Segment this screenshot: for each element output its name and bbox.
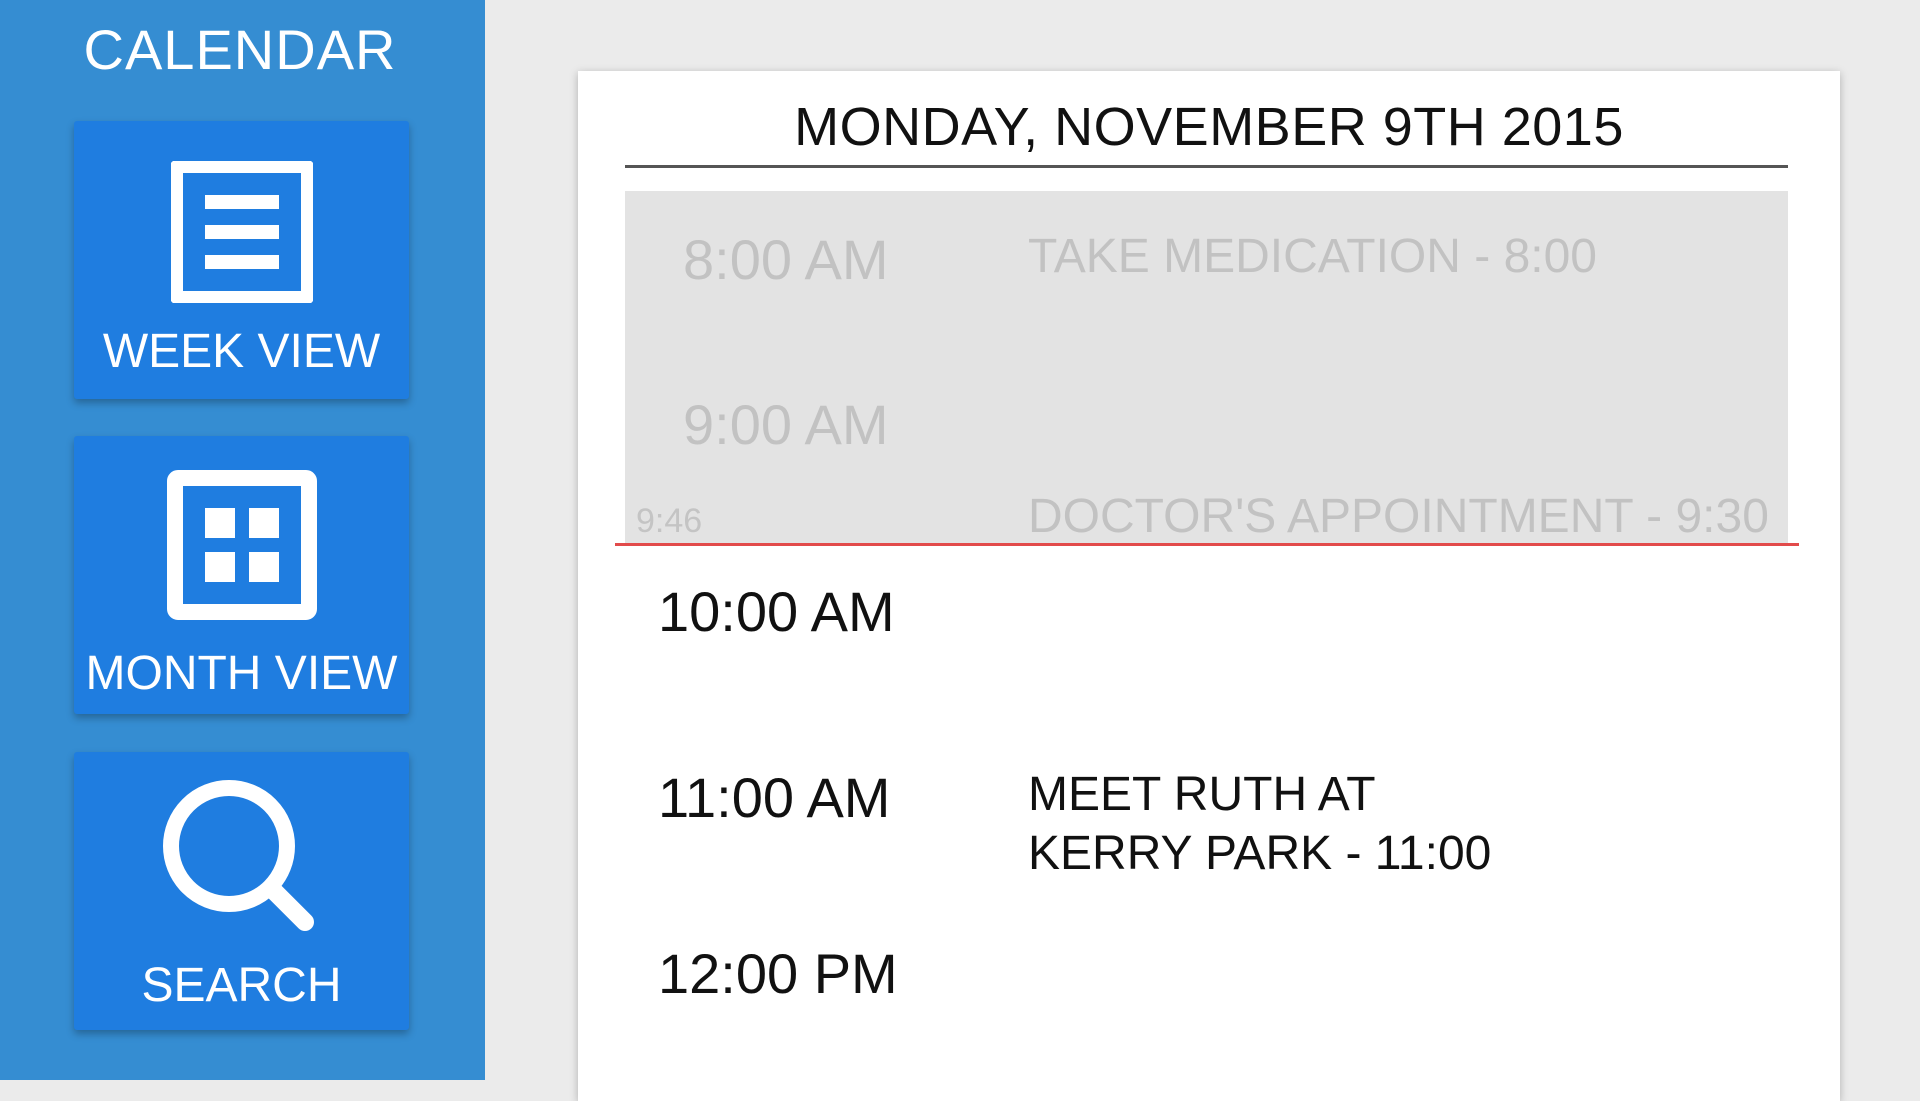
time-slot-11am: 11:00 AM xyxy=(658,766,891,829)
event-take-medication[interactable]: TAKE MEDICATION - 8:00 xyxy=(1028,227,1597,287)
page-title: MONDAY, NOVEMBER 9TH 2015 xyxy=(794,97,1624,157)
sidebar: CALENDAR WEEK VIEW MONTH VIEW SEARCH xyxy=(0,0,485,1080)
time-slot-12pm: 12:00 PM xyxy=(658,942,898,1005)
time-slot-9am: 9:00 AM xyxy=(683,393,889,456)
search-icon xyxy=(74,774,409,944)
app-title: CALENDAR xyxy=(83,18,397,81)
search-button[interactable]: SEARCH xyxy=(74,752,409,1030)
week-view-button[interactable]: WEEK VIEW xyxy=(74,121,409,399)
search-label: SEARCH xyxy=(141,959,342,1012)
grid-icon xyxy=(74,470,409,620)
week-view-label: WEEK VIEW xyxy=(102,325,381,378)
title-divider xyxy=(625,165,1788,168)
current-time-indicator xyxy=(615,543,1799,546)
event-doctors-appointment[interactable]: DOCTOR'S APPOINTMENT - 9:30 xyxy=(1028,487,1769,547)
time-slot-10am: 10:00 AM xyxy=(658,580,895,643)
current-time-label: 9:46 xyxy=(636,502,703,540)
day-view-panel: MONDAY, NOVEMBER 9TH 2015 8:00 AM TAKE M… xyxy=(578,71,1840,1101)
time-slot-8am: 8:00 AM xyxy=(683,228,889,291)
event-meet-ruth-line2[interactable]: KERRY PARK - 11:00 xyxy=(1028,824,1491,884)
list-icon xyxy=(74,161,409,303)
event-meet-ruth-line1[interactable]: MEET RUTH AT xyxy=(1028,765,1376,825)
month-view-label: MONTH VIEW xyxy=(85,647,398,700)
month-view-button[interactable]: MONTH VIEW xyxy=(74,436,409,714)
